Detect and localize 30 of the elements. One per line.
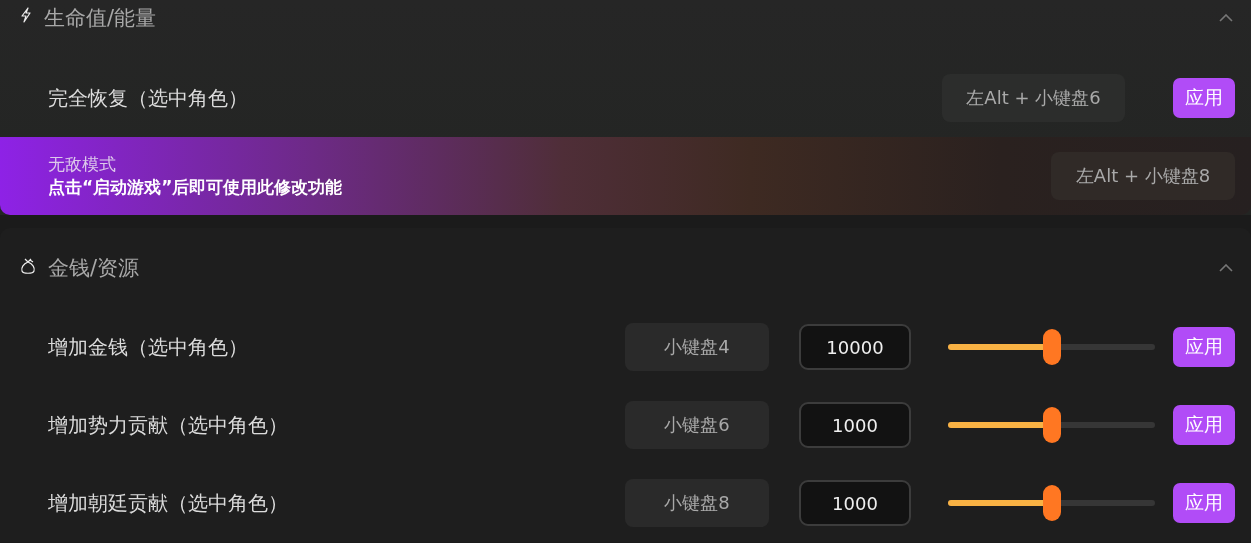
hotkey-chip[interactable]: 左Alt + 小键盘8 xyxy=(1051,152,1235,200)
hotkey-chip[interactable]: 小键盘6 xyxy=(625,401,769,449)
option-label: 增加势力贡献（选中角色） xyxy=(48,411,288,439)
slider-thumb[interactable] xyxy=(1042,407,1061,443)
apply-button[interactable]: 应用 xyxy=(1173,327,1235,367)
apply-button[interactable]: 应用 xyxy=(1173,405,1235,445)
slider[interactable] xyxy=(948,407,1155,443)
slider-thumb[interactable] xyxy=(1042,329,1061,365)
option-label: 完全恢复（选中角色） xyxy=(48,84,248,112)
hotkey-chip[interactable]: 小键盘4 xyxy=(625,323,769,371)
lightning-icon xyxy=(20,7,32,23)
money-bag-icon xyxy=(20,257,36,275)
hotkey-chip[interactable]: 小键盘8 xyxy=(625,479,769,527)
apply-button[interactable]: 应用 xyxy=(1173,483,1235,523)
value-input[interactable]: 1000 xyxy=(799,402,911,448)
slider[interactable] xyxy=(948,329,1155,365)
section-title: 生命值/能量 xyxy=(44,5,157,32)
option-label: 增加金钱（选中角色） xyxy=(48,333,248,361)
slider[interactable] xyxy=(948,485,1155,521)
option-label: 无敌模式 xyxy=(48,153,117,176)
chevron-icon[interactable] xyxy=(1219,14,1233,22)
value-input[interactable]: 1000 xyxy=(799,480,911,526)
chevron-icon[interactable] xyxy=(1219,264,1233,272)
hotkey-chip[interactable]: 左Alt + 小键盘6 xyxy=(942,74,1125,122)
value-input[interactable]: 10000 xyxy=(799,324,911,370)
notice-text: 点击“启动游戏”后即可使用此修改功能 xyxy=(48,176,343,199)
slider-thumb[interactable] xyxy=(1042,485,1061,521)
apply-button[interactable]: 应用 xyxy=(1173,78,1235,118)
section-title: 金钱/资源 xyxy=(48,255,140,282)
option-label: 增加朝廷贡献（选中角色） xyxy=(48,489,288,517)
